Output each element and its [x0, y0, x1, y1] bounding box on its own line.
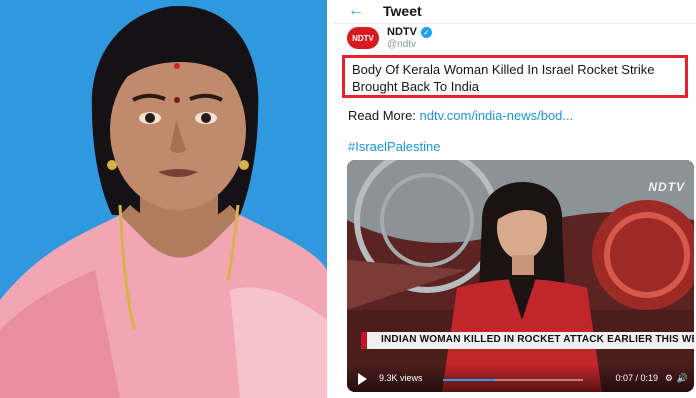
author-handle[interactable]: @ndtv	[387, 39, 416, 50]
gear-icon[interactable]: ⚙	[665, 373, 673, 383]
verified-badge-icon: ✓	[421, 27, 432, 38]
panel-divider	[327, 0, 334, 398]
tweet-headline-text: Body Of Kerala Woman Killed In Israel Ro…	[352, 62, 655, 94]
video-controls: 9.3K views 0:07 / 0:19 ⚙ 🔊	[347, 365, 694, 392]
tweet-panel: ← Tweet NDTV NDTV ✓ @ndtv Body Of Kerala…	[334, 0, 696, 398]
progress-fill	[443, 379, 495, 381]
author-name[interactable]: NDTV	[387, 26, 417, 38]
ticker-text: INDIAN WOMAN KILLED IN ROCKET ATTACK EAR…	[381, 334, 694, 345]
portrait-illustration	[0, 0, 327, 398]
hashtag-link[interactable]: #IsraelPalestine	[348, 139, 441, 154]
time-display: 0:07 / 0:19	[615, 373, 658, 383]
article-link[interactable]: ndtv.com/india-news/bod...	[420, 108, 574, 123]
progress-bar[interactable]	[443, 379, 583, 381]
highlighted-headline: Body Of Kerala Woman Killed In Israel Ro…	[342, 55, 688, 98]
video-frame	[347, 160, 694, 392]
portrait-photo	[0, 0, 327, 398]
tweet-header: ← Tweet	[334, 0, 696, 24]
play-icon[interactable]	[358, 373, 367, 385]
video-player[interactable]: NDTV INDIAN WOMAN KILLED IN ROCKET ATTAC…	[347, 160, 694, 392]
read-more-label: Read More:	[348, 108, 420, 123]
volume-icon[interactable]: 🔊	[677, 373, 688, 383]
read-more-line: Read More: ndtv.com/india-news/bod...	[348, 108, 573, 123]
page-title: Tweet	[383, 3, 422, 19]
news-ticker: INDIAN WOMAN KILLED IN ROCKET ATTACK EAR…	[361, 332, 694, 349]
arrow-left-icon[interactable]: ←	[348, 2, 364, 20]
avatar[interactable]: NDTV	[347, 27, 379, 49]
channel-logo: NDTV	[648, 180, 685, 194]
view-count: 9.3K views	[379, 373, 423, 383]
